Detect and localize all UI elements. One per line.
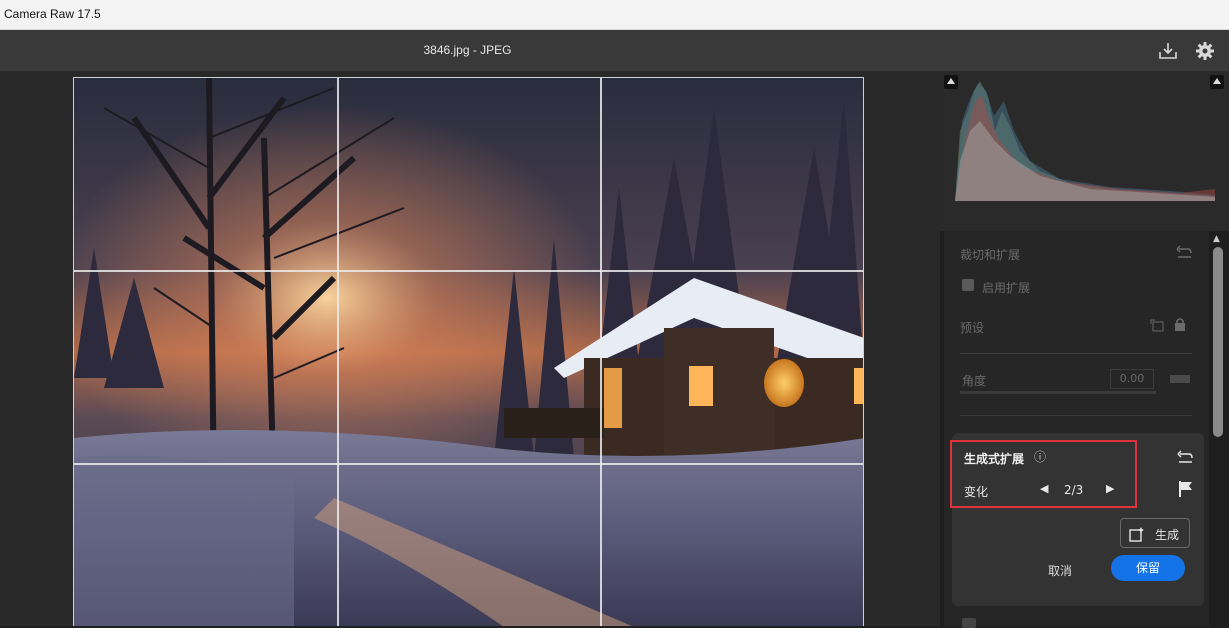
section-title: 裁切和扩展 <box>960 248 1021 262</box>
generate-label: 生成 <box>1155 528 1180 542</box>
preset-label: 预设 <box>960 321 985 335</box>
image-canvas[interactable] <box>0 71 940 626</box>
enable-expand-label: 启用扩展 <box>982 281 1031 295</box>
app-title: Camera Raw 17.5 <box>4 7 101 21</box>
histogram <box>940 71 1229 231</box>
scroll-up-icon[interactable]: ▲ <box>1213 234 1220 244</box>
histogram-graph <box>955 81 1215 201</box>
flag-icon[interactable] <box>1177 480 1195 498</box>
crop-grid-line <box>600 78 602 626</box>
photo-preview[interactable] <box>73 77 864 626</box>
file-name: 3846.jpg - JPEG <box>423 43 512 57</box>
top-toolbar: 3846.jpg - JPEG <box>0 30 1229 71</box>
angle-slider[interactable] <box>960 391 1156 394</box>
window-titlebar: Camera Raw 17.5 <box>0 0 1229 30</box>
highlight-annotation-box <box>950 440 1137 508</box>
crop-grid-line <box>74 270 863 272</box>
enable-expand-checkbox[interactable] <box>962 279 974 291</box>
generate-button[interactable]: 生成 <box>1120 518 1190 548</box>
generate-icon <box>1129 527 1144 542</box>
lock-icon[interactable] <box>1174 317 1186 331</box>
angle-label: 角度 <box>962 374 987 388</box>
crop-grid-line <box>74 463 863 465</box>
next-section-icon <box>962 618 976 628</box>
gear-icon[interactable] <box>1194 40 1216 62</box>
scrollbar-thumb[interactable] <box>1213 247 1223 437</box>
divider <box>960 415 1192 416</box>
reset-icon[interactable] <box>1176 245 1192 259</box>
divider <box>960 353 1192 354</box>
cancel-button[interactable]: 取消 <box>1048 562 1072 579</box>
crop-grid-line <box>337 78 339 626</box>
angle-value-input[interactable]: 0.00 <box>1110 369 1154 389</box>
straighten-tool-icon[interactable] <box>1170 375 1190 383</box>
winter-cabin-photo <box>74 78 863 626</box>
right-panel: 裁切和扩展 启用扩展 预设 角度 0.00 生成式扩展 ⓘ 变化 ◀ 2/3 ▶ <box>940 71 1229 628</box>
crop-preset-icon[interactable] <box>1150 318 1166 332</box>
panel-scrollbar[interactable]: ▲ <box>1210 231 1226 626</box>
crop-expand-panel: 裁切和扩展 启用扩展 预设 角度 0.00 生成式扩展 ⓘ 变化 ◀ 2/3 ▶ <box>944 231 1209 628</box>
reset-icon[interactable] <box>1177 450 1193 464</box>
save-download-icon[interactable] <box>1157 40 1179 62</box>
keep-button[interactable]: 保留 <box>1111 555 1185 581</box>
